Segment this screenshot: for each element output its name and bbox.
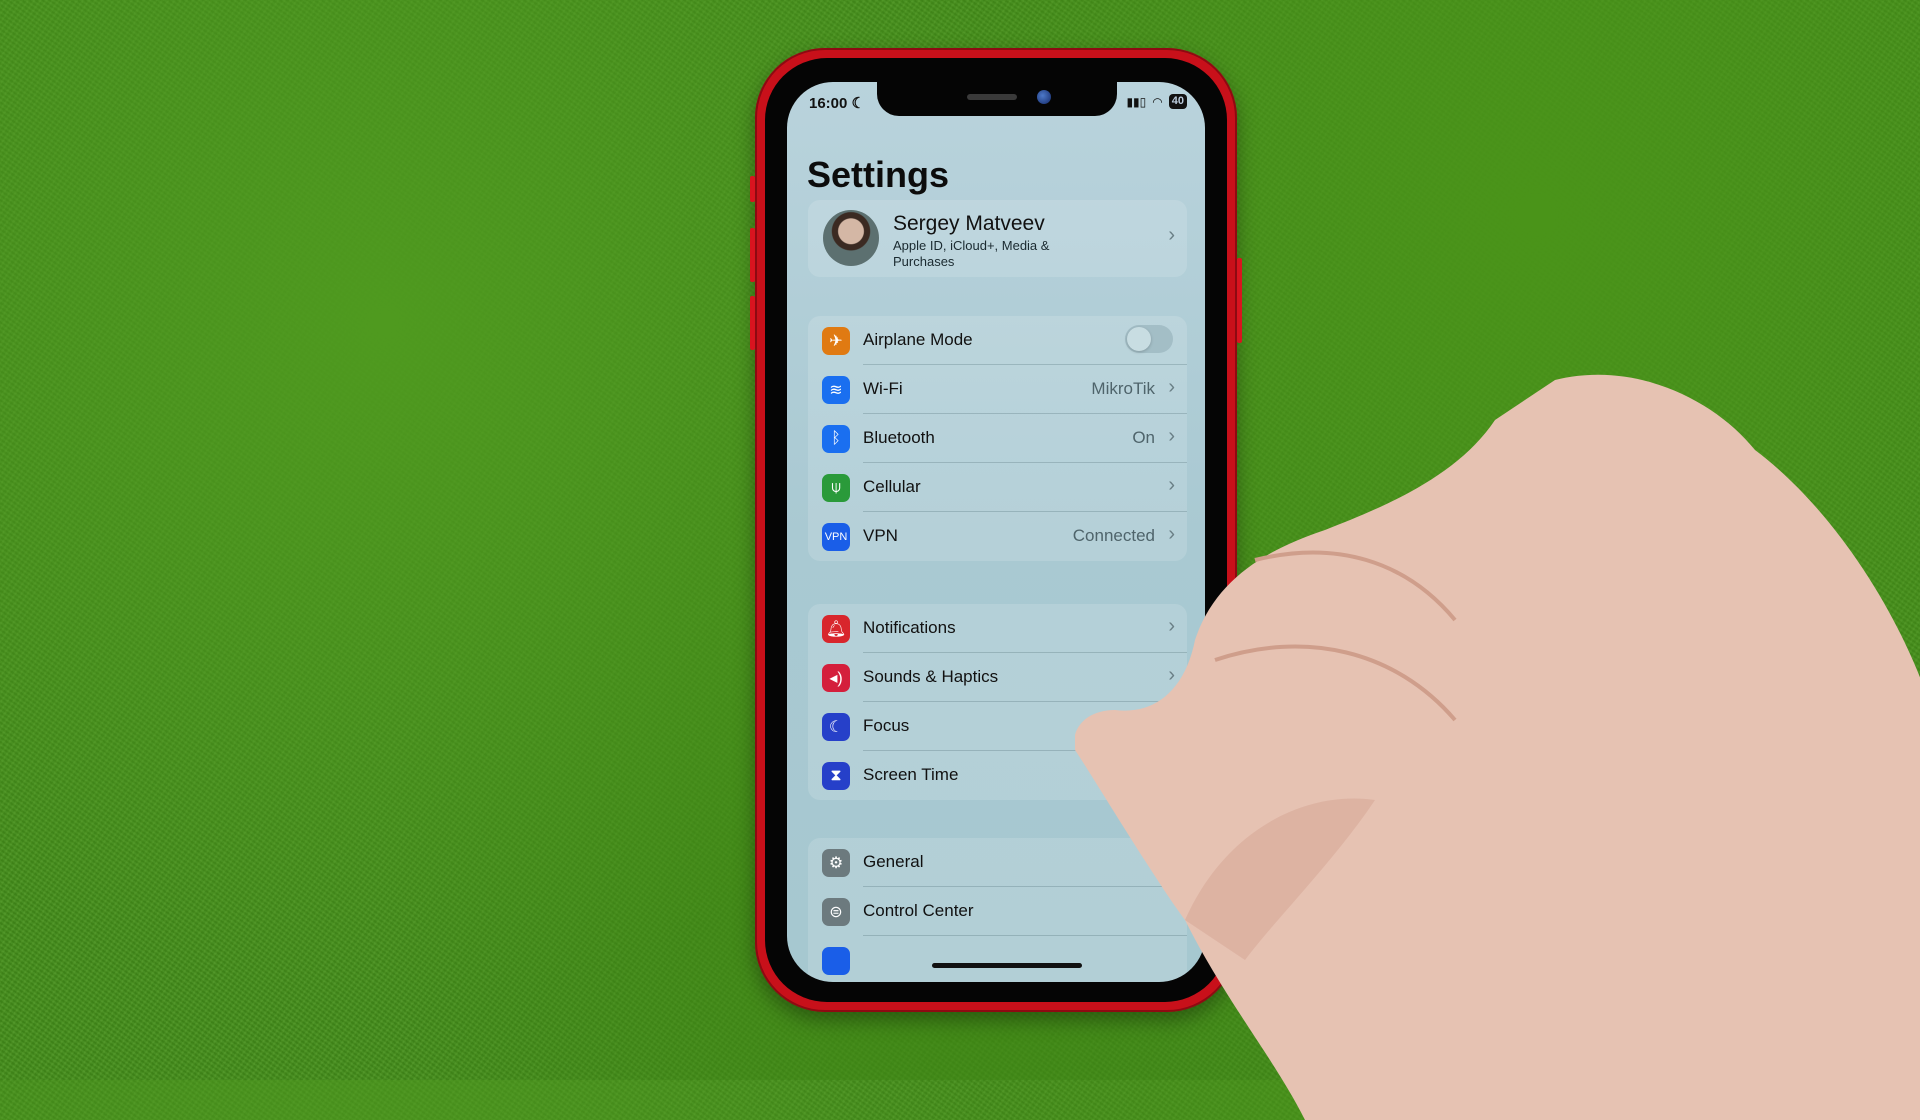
mute-switch bbox=[750, 176, 755, 202]
moon-icon: ☾ bbox=[851, 95, 865, 112]
speaker-icon: ◂) bbox=[822, 664, 850, 692]
home-indicator[interactable] bbox=[932, 963, 1082, 968]
notifications-group: 🔔︎ Notifications › ◂) Sounds & Haptics ›… bbox=[808, 604, 1187, 800]
connectivity-group: ✈ Airplane Mode ≋ Wi-Fi MikroTik › ᛒ Blu… bbox=[808, 316, 1187, 561]
apple-id-profile[interactable]: Sergey Matveev Apple ID, iCloud+, Media … bbox=[808, 200, 1187, 277]
knuckle-line bbox=[1254, 550, 1457, 622]
row-control-center[interactable]: ⊜ Control Center bbox=[808, 887, 1187, 936]
row-airplane-mode[interactable]: ✈ Airplane Mode bbox=[808, 316, 1187, 365]
avatar bbox=[823, 210, 879, 266]
chevron-right-icon: › bbox=[1168, 425, 1175, 447]
knuckle-line bbox=[1214, 644, 1457, 722]
wifi-icon: ◠ bbox=[1152, 94, 1163, 109]
row-wifi[interactable]: ≋ Wi-Fi MikroTik › bbox=[808, 365, 1187, 414]
vpn-icon: VPN bbox=[822, 523, 850, 551]
moon-icon: ☾ bbox=[822, 713, 850, 741]
chevron-right-icon: › bbox=[1168, 615, 1175, 637]
notch bbox=[877, 82, 1117, 116]
status-time: 16:00 ☾ bbox=[809, 95, 865, 112]
status-indicators: ▮▮▯ ◠ 40 bbox=[1126, 94, 1187, 109]
bluetooth-value: On bbox=[1132, 428, 1155, 447]
row-general[interactable]: ⚙ General bbox=[808, 838, 1187, 887]
antenna-icon: ⍦ bbox=[822, 474, 850, 502]
chevron-right-icon: › bbox=[1168, 224, 1175, 246]
page-title: Settings bbox=[807, 154, 950, 195]
profile-name: Sergey Matveev bbox=[893, 212, 1045, 235]
chevron-right-icon: › bbox=[1168, 474, 1175, 496]
settings-screen: 16:00 ☾ ▮▮▯ ◠ 40 Settings Sergey Matveev… bbox=[787, 82, 1205, 982]
volume-down-button bbox=[750, 296, 755, 350]
gear-icon: ⚙ bbox=[822, 849, 850, 877]
wifi-value: MikroTik bbox=[1091, 379, 1155, 398]
cellular-signal-icon: ▮▮▯ bbox=[1126, 94, 1147, 109]
battery-indicator: 40 bbox=[1168, 94, 1187, 109]
iphone: 16:00 ☾ ▮▮▯ ◠ 40 Settings Sergey Matveev… bbox=[750, 48, 1242, 1012]
row-bluetooth[interactable]: ᛒ Bluetooth On › bbox=[808, 414, 1187, 463]
hourglass-icon: ⧗ bbox=[822, 762, 850, 790]
row-screen-time[interactable]: ⧗ Screen Time bbox=[808, 751, 1187, 800]
app-icon bbox=[822, 947, 850, 975]
switches-icon: ⊜ bbox=[822, 898, 850, 926]
wifi-icon: ≋ bbox=[822, 376, 850, 404]
row-sounds-haptics[interactable]: ◂) Sounds & Haptics › bbox=[808, 653, 1187, 702]
row-partial-next[interactable] bbox=[808, 936, 1187, 982]
chevron-right-icon: › bbox=[1168, 523, 1175, 545]
row-notifications[interactable]: 🔔︎ Notifications › bbox=[808, 604, 1187, 653]
side-button bbox=[1237, 258, 1242, 343]
row-focus[interactable]: ☾ Focus bbox=[808, 702, 1187, 751]
airplane-icon: ✈ bbox=[822, 327, 850, 355]
vpn-value: Connected bbox=[1072, 526, 1155, 545]
bluetooth-icon: ᛒ bbox=[822, 425, 850, 453]
profile-subtitle: Apple ID, iCloud+, Media & Purchases bbox=[893, 238, 1050, 269]
chevron-right-icon: › bbox=[1168, 664, 1175, 686]
general-group: ⚙ General ⊜ Control Center bbox=[808, 838, 1187, 982]
chevron-right-icon: › bbox=[1168, 376, 1175, 398]
row-cellular[interactable]: ⍦ Cellular › bbox=[808, 463, 1187, 512]
volume-up-button bbox=[750, 228, 755, 282]
bell-icon: 🔔︎ bbox=[822, 615, 850, 643]
row-vpn[interactable]: VPN VPN Connected › bbox=[808, 512, 1187, 561]
airplane-mode-toggle[interactable] bbox=[1125, 325, 1173, 353]
front-camera bbox=[1037, 90, 1051, 104]
earpiece bbox=[967, 94, 1017, 100]
